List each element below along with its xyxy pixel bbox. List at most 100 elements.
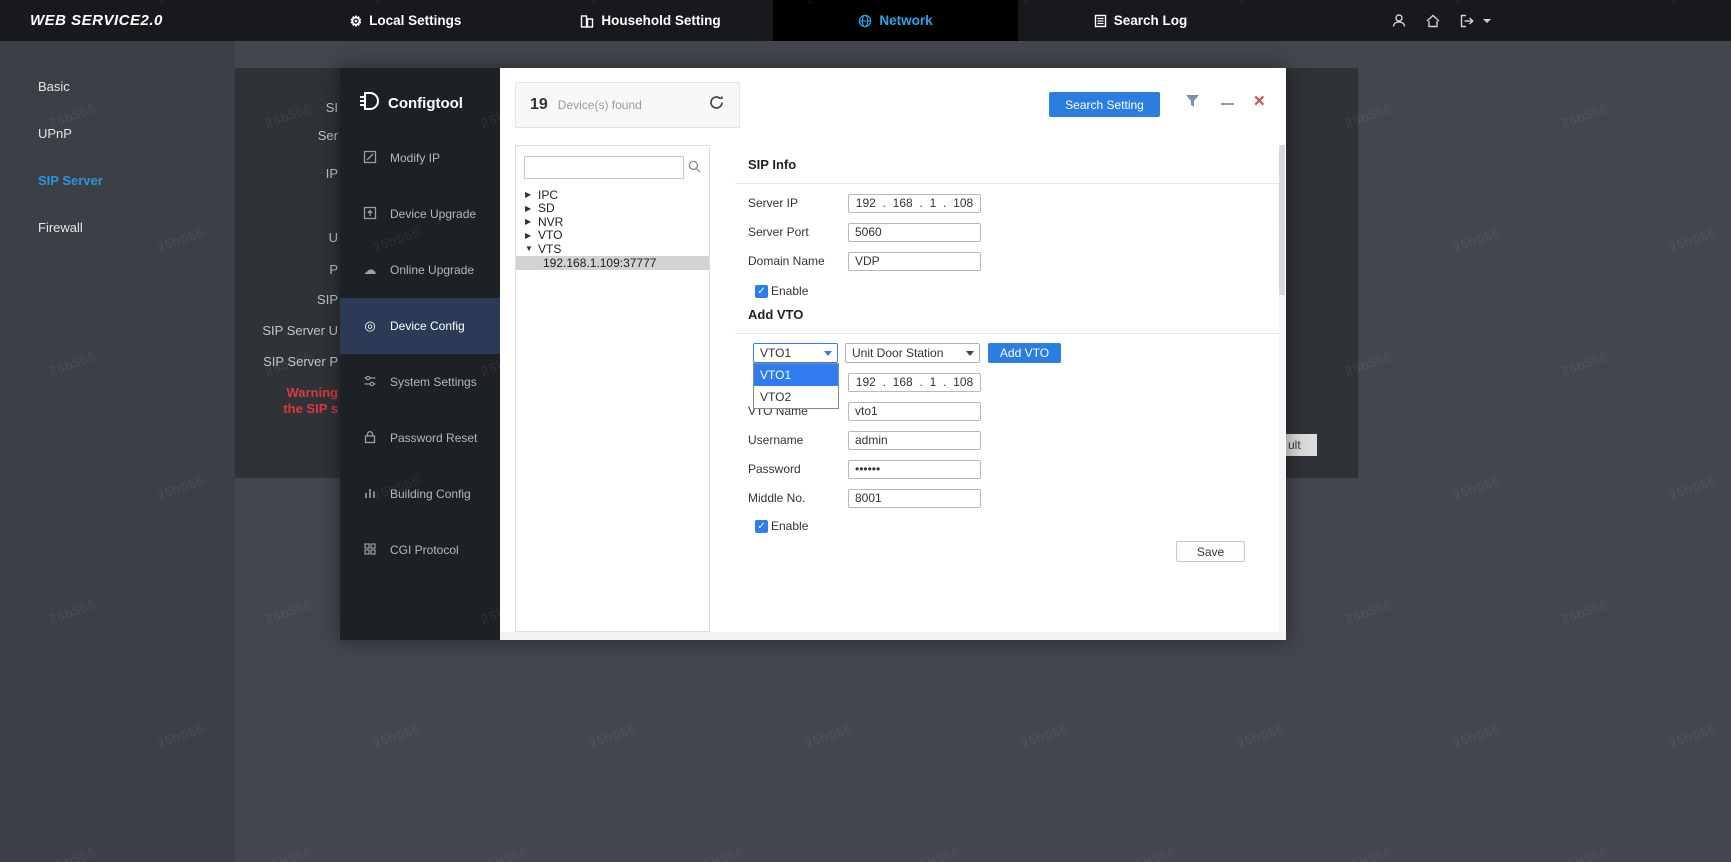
- device-tree: ▶ IPC ▶ SD ▶ NVR ▶ VTO ▼ VTS 192.168.1.109:37…: [516, 188, 709, 270]
- watermark-text: 25b566: [1558, 844, 1611, 862]
- menu-item-system-settings[interactable]: System Settings: [340, 354, 500, 410]
- tab-label: Network: [879, 13, 933, 28]
- home-icon[interactable]: [1425, 13, 1441, 29]
- collapsed-arrow-icon[interactable]: ▶: [525, 190, 533, 199]
- tree-node-vts[interactable]: ▼ VTS: [516, 242, 709, 256]
- tree-node-vto[interactable]: ▶ VTO: [516, 228, 709, 242]
- tab-search-log[interactable]: Search Log: [1018, 0, 1263, 41]
- domain-name-input[interactable]: [848, 251, 981, 271]
- close-icon[interactable]: ✕: [1253, 92, 1266, 110]
- watermark-text: 25b566: [1558, 348, 1611, 379]
- password-label: Password: [748, 462, 801, 476]
- horizontal-scrollbar[interactable]: [500, 632, 1286, 640]
- refresh-icon[interactable]: [708, 94, 725, 116]
- watermark-text: 25b566: [1342, 844, 1395, 862]
- warning-text: the SIP s: [283, 401, 338, 416]
- minimize-icon[interactable]: [1221, 103, 1234, 105]
- sip-enable-checkbox[interactable]: [755, 284, 768, 298]
- search-icon[interactable]: [688, 160, 701, 178]
- tree-node-nvr[interactable]: ▶ NVR: [516, 215, 709, 229]
- tree-search-input[interactable]: [524, 156, 684, 179]
- vto-name-input[interactable]: [848, 401, 981, 421]
- watermark-text: 25b566: [1558, 596, 1611, 627]
- password-input[interactable]: [848, 459, 981, 479]
- menu-item-password-reset[interactable]: Password Reset: [340, 410, 500, 466]
- username-label: Username: [748, 433, 804, 447]
- server-ip-input[interactable]: 192. 168. 1. 108: [848, 193, 981, 213]
- sip-config-form: SIP Info Server IP 192. 168. 1. 108 Serv…: [735, 145, 1280, 632]
- logout-icon[interactable]: [1459, 13, 1475, 29]
- tab-household-setting[interactable]: Household Setting: [528, 0, 773, 41]
- dropdown-option-vto2[interactable]: VTO2: [754, 386, 838, 408]
- document-icon: [1094, 14, 1107, 28]
- collapsed-arrow-icon[interactable]: ▶: [525, 217, 533, 226]
- dropdown-option-vto1[interactable]: VTO1: [754, 364, 838, 386]
- tree-node-sd[interactable]: ▶ SD: [516, 201, 709, 216]
- scrollbar-thumb[interactable]: [1279, 145, 1285, 295]
- collapsed-arrow-icon[interactable]: ▶: [525, 204, 533, 213]
- building-icon: [580, 14, 594, 28]
- collapsed-arrow-icon[interactable]: ▶: [525, 231, 533, 240]
- sidebar-item-upnp[interactable]: UPnP: [0, 110, 235, 157]
- bar-chart-icon: [362, 486, 378, 503]
- watermark-text: 25b566: [1450, 472, 1503, 503]
- cut-label: SIP Server U: [262, 323, 338, 338]
- configtool-sidebar: Configtool Modify IP Device Upgrade ☁ On…: [340, 68, 500, 640]
- watermark-text: 25b566: [694, 844, 747, 862]
- tab-label: Local Settings: [369, 13, 462, 28]
- sidebar-item-firewall[interactable]: Firewall: [0, 204, 235, 251]
- filter-icon[interactable]: [1185, 94, 1200, 113]
- menu-item-building-config[interactable]: Building Config: [340, 466, 500, 522]
- middle-no-input[interactable]: [848, 488, 981, 508]
- sip-info-title: SIP Info: [748, 157, 797, 172]
- tree-node-label: SD: [538, 201, 555, 216]
- menu-item-modify-ip[interactable]: Modify IP: [340, 130, 500, 186]
- watermark-text: 25b566: [1018, 720, 1071, 751]
- configtool-logo: Configtool: [358, 90, 463, 116]
- gear-icon: ⚙: [349, 12, 363, 29]
- menu-item-cgi-protocol[interactable]: CGI Protocol: [340, 522, 500, 578]
- sidebar-item-sip-server[interactable]: SIP Server: [0, 157, 235, 204]
- ip-dot: .: [943, 375, 947, 389]
- add-vto-button[interactable]: Add VTO: [988, 343, 1061, 363]
- vertical-scrollbar[interactable]: [1279, 145, 1285, 632]
- cut-label: Ser: [317, 128, 338, 143]
- menu-item-online-upgrade[interactable]: ☁ Online Upgrade: [340, 242, 500, 298]
- menu-item-device-config[interactable]: ◎ Device Config: [340, 298, 500, 354]
- tab-local-settings[interactable]: ⚙ Local Settings: [283, 0, 528, 41]
- cut-label: P: [329, 262, 338, 277]
- device-config-icon: ◎: [364, 318, 376, 333]
- tree-device-selected[interactable]: 192.168.1.109:37777: [516, 255, 709, 270]
- ip-dot: .: [919, 196, 923, 210]
- settings-sidebar: Basic UPnP SIP Server Firewall: [0, 41, 235, 862]
- sidebar-item-label: UPnP: [38, 126, 72, 141]
- ip-octet: 1: [929, 196, 937, 210]
- vto-enable-checkbox[interactable]: [755, 519, 768, 533]
- tree-node-ipc[interactable]: ▶ IPC: [516, 188, 709, 202]
- watermark-text: 25b566: [262, 844, 315, 862]
- server-port-input[interactable]: [848, 222, 981, 242]
- cut-label: SIP Server P: [263, 354, 338, 369]
- default-button-partial[interactable]: ult: [1286, 434, 1317, 456]
- user-icon[interactable]: [1391, 13, 1407, 29]
- configtool-menu: Modify IP Device Upgrade ☁ Online Upgrad…: [340, 130, 500, 578]
- menu-label: CGI Protocol: [390, 543, 459, 557]
- vto-type-select[interactable]: Unit Door Station: [845, 343, 980, 363]
- save-button[interactable]: Save: [1176, 541, 1245, 562]
- expanded-arrow-icon[interactable]: ▼: [525, 244, 533, 253]
- menu-label: Device Upgrade: [390, 207, 477, 221]
- chevron-down-icon[interactable]: [1483, 18, 1491, 23]
- menu-item-device-upgrade[interactable]: Device Upgrade: [340, 186, 500, 242]
- dahua-logo-icon: [358, 90, 380, 116]
- server-port-label: Server Port: [748, 225, 809, 239]
- watermark-text: 25b566: [586, 720, 639, 751]
- search-setting-button[interactable]: Search Setting: [1049, 92, 1160, 117]
- vto-select[interactable]: VTO1: [753, 343, 838, 363]
- vto-ip-input[interactable]: 192. 168. 1. 108: [848, 372, 981, 392]
- tab-network[interactable]: Network: [773, 0, 1018, 41]
- sidebar-item-basic[interactable]: Basic: [0, 63, 235, 110]
- username-input[interactable]: [848, 430, 981, 450]
- cut-label: SI: [325, 100, 338, 115]
- divider: [735, 333, 1280, 334]
- brand-logo: WEB SERVICE2.0: [30, 12, 163, 29]
